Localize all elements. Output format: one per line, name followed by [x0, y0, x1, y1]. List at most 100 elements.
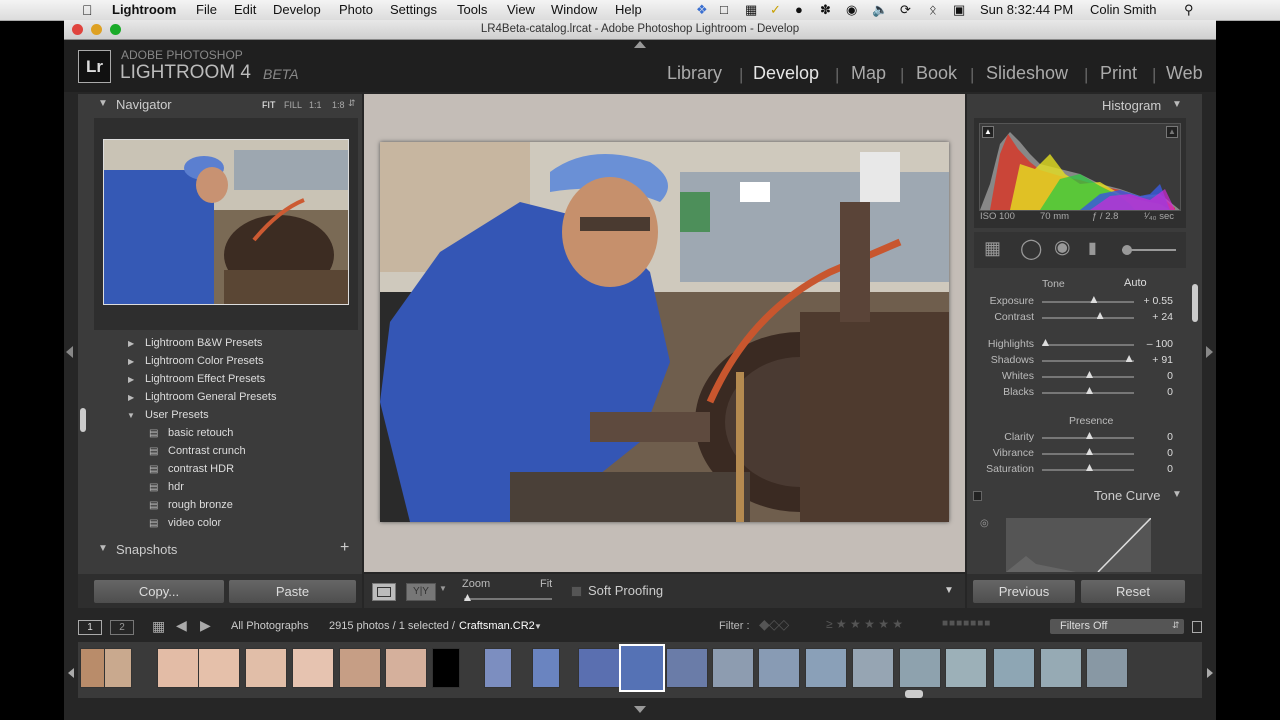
dropbox-icon[interactable]: ❖ — [696, 2, 708, 18]
collapse-top-arrow-icon[interactable] — [634, 41, 646, 48]
filmstrip-thumbnail[interactable] — [1040, 648, 1082, 688]
grid-view-icon[interactable]: ▦ — [152, 618, 165, 635]
shadow-clipping-icon[interactable]: ▲ — [982, 126, 994, 138]
slider-value-vibrance[interactable]: 0 — [1133, 447, 1173, 459]
slider-track-exposure[interactable] — [1042, 301, 1134, 303]
slider-value-highlights[interactable]: – 100 — [1133, 338, 1173, 350]
snapshots-header[interactable]: ▼ Snapshots + — [94, 538, 358, 560]
filmstrip-thumbnail[interactable] — [758, 648, 800, 688]
menu-photo[interactable]: Photo — [339, 2, 373, 17]
triangle-right-icon[interactable]: ▶ — [128, 357, 134, 366]
flag-filter-icon[interactable]: ◆◇◇ — [759, 616, 789, 633]
slider-value-shadows[interactable]: + 91 — [1133, 354, 1173, 366]
filmstrip-thumbnail[interactable] — [157, 648, 199, 688]
filmstrip-thumbnail[interactable] — [292, 648, 334, 688]
collapse-right-arrow-icon[interactable] — [1206, 346, 1213, 358]
slider-track-highlights[interactable] — [1042, 344, 1134, 346]
filmstrip-thumbnail[interactable] — [899, 648, 941, 688]
user-preset-item[interactable]: Contrast crunch — [168, 445, 246, 457]
filmstrip-right-arrow-icon[interactable] — [1207, 668, 1213, 678]
filmstrip-thumbnail[interactable] — [993, 648, 1035, 688]
previous-button[interactable]: Previous — [973, 580, 1075, 603]
rating-filter-icon[interactable]: ≥ ★ ★ ★ ★ ★ — [826, 617, 903, 631]
loupe-view-button[interactable] — [372, 583, 396, 601]
menu-edit[interactable]: Edit — [234, 2, 256, 17]
menu-view[interactable]: View — [507, 2, 535, 17]
user-preset-item[interactable]: video color — [168, 517, 221, 529]
menu-help[interactable]: Help — [615, 2, 642, 17]
preset-folder[interactable]: User Presets — [145, 409, 209, 421]
left-panel-scrollbar[interactable] — [80, 408, 86, 432]
user-preset-item[interactable]: contrast HDR — [168, 463, 234, 475]
filmstrip-thumbnail[interactable] — [578, 648, 620, 688]
primary-display-button[interactable]: 1 — [78, 620, 102, 635]
menu-window[interactable]: Window — [551, 2, 597, 17]
soft-proofing-checkbox[interactable] — [571, 586, 582, 597]
sync-icon[interactable]: ⟳ — [900, 2, 911, 18]
menu-file[interactable]: File — [196, 2, 217, 17]
filmstrip-thumbnail[interactable] — [532, 648, 560, 688]
volume-icon[interactable]: 🔈 — [872, 2, 888, 18]
nav-ratio-arrows-icon[interactable]: ⇵ — [348, 98, 356, 109]
before-after-dropdown-icon[interactable]: ▼ — [439, 584, 447, 593]
user-preset-item[interactable]: basic retouch — [168, 427, 233, 439]
slider-value-whites[interactable]: 0 — [1133, 370, 1173, 382]
user-name[interactable]: Colin Smith — [1090, 2, 1156, 17]
preset-folder[interactable]: Lightroom General Presets — [145, 391, 276, 403]
checkmark-icon[interactable]: ✓ — [770, 2, 781, 18]
filmstrip-thumbnail[interactable] — [852, 648, 894, 688]
minimize-window-button[interactable] — [91, 24, 102, 35]
app-menu[interactable]: Lightroom — [112, 2, 176, 17]
module-book[interactable]: Book — [916, 63, 957, 84]
record-icon[interactable]: ◉ — [846, 2, 857, 18]
filmstrip-thumbnail[interactable] — [484, 648, 512, 688]
filmstrip-thumbnail[interactable] — [945, 648, 987, 688]
triangle-right-icon[interactable]: ▶ — [128, 339, 134, 348]
nav-fit[interactable]: FIT — [262, 100, 276, 110]
triangle-right-icon[interactable]: ▶ — [128, 393, 134, 402]
soft-proofing-label[interactable]: Soft Proofing — [588, 583, 663, 598]
zoom-window-button[interactable] — [110, 24, 121, 35]
slider-value-contrast[interactable]: + 24 — [1133, 311, 1173, 323]
filmstrip-thumbnail[interactable] — [1086, 648, 1128, 688]
filmstrip-thumbnail[interactable] — [712, 648, 754, 688]
graduated-filter-icon[interactable]: ▮ — [1088, 238, 1097, 258]
module-map[interactable]: Map — [851, 63, 886, 84]
highlight-clipping-icon[interactable]: ▲ — [1166, 126, 1178, 138]
filter-lock-icon[interactable] — [1192, 621, 1202, 633]
color-label-filter-icon[interactable]: ■■■■■■■ — [942, 618, 991, 629]
preset-folder[interactable]: Lightroom Color Presets — [145, 355, 264, 367]
preset-folder[interactable]: Lightroom B&W Presets — [145, 337, 262, 349]
bluetooth-icon[interactable]: ᛟ — [929, 2, 937, 17]
tone-curve-graph[interactable] — [1006, 518, 1151, 572]
filmstrip-thumbnail[interactable] — [805, 648, 847, 688]
filename-dropdown-icon[interactable]: ▼ — [534, 622, 542, 631]
paste-button[interactable]: Paste — [229, 580, 356, 603]
filmstrip-thumbnail[interactable] — [245, 648, 287, 688]
toolbar-menu-arrow-icon[interactable]: ▼ — [944, 585, 954, 596]
filmstrip-thumbnail[interactable] — [666, 648, 708, 688]
user-preset-item[interactable]: hdr — [168, 481, 184, 493]
collapse-left-arrow-icon[interactable] — [66, 346, 73, 358]
clock[interactable]: Sun 8:32:44 PM — [980, 2, 1073, 17]
menu-develop[interactable]: Develop — [273, 2, 321, 17]
slider-value-blacks[interactable]: 0 — [1133, 386, 1173, 398]
spot-removal-icon[interactable]: ◯ — [1020, 236, 1042, 261]
panel-switch-icon[interactable] — [973, 491, 982, 501]
status-icon-2[interactable]: ▦ — [745, 2, 757, 18]
status-icon-3[interactable]: ● — [795, 2, 803, 17]
slider-track-contrast[interactable] — [1042, 317, 1134, 319]
preset-folder[interactable]: Lightroom Effect Presets — [145, 373, 265, 385]
filmstrip-source[interactable]: All Photographs — [231, 620, 309, 632]
nav-fill[interactable]: FILL — [284, 100, 302, 110]
slider-value-exposure[interactable]: + 0.55 — [1133, 295, 1174, 307]
close-window-button[interactable] — [72, 24, 83, 35]
triangle-down-icon[interactable]: ▼ — [127, 411, 135, 420]
current-filename[interactable]: Craftsman.CR2 — [459, 620, 535, 632]
crop-overlay-icon[interactable]: ▦ — [984, 238, 1001, 259]
reset-button[interactable]: Reset — [1081, 580, 1185, 603]
target-adjust-icon[interactable]: ◎ — [980, 518, 989, 529]
zoom-slider-track[interactable] — [464, 598, 552, 600]
filters-dropdown[interactable]: Filters Off ⇵ — [1050, 619, 1184, 634]
module-web[interactable]: Web — [1166, 63, 1203, 84]
